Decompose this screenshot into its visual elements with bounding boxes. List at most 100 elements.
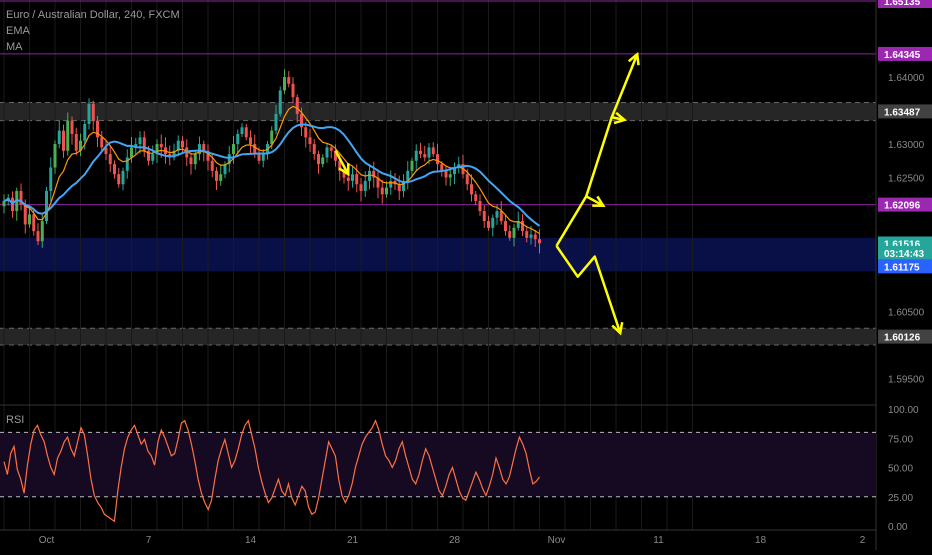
candle-body	[504, 221, 507, 232]
candle-body	[74, 134, 78, 151]
candle-body	[210, 160, 214, 171]
candle-body	[308, 137, 312, 145]
candles	[2, 69, 541, 254]
projection-arrow	[585, 116, 625, 197]
candle-body	[91, 103, 95, 121]
candle-body	[448, 174, 452, 178]
candle-body	[240, 127, 244, 134]
candle-body	[295, 97, 299, 114]
candle-body	[482, 211, 486, 222]
candle-body	[151, 154, 155, 161]
candle-body	[53, 144, 57, 168]
rsi-tick-label: 100.00	[888, 405, 919, 416]
candle-body	[181, 140, 184, 148]
candle-body	[529, 234, 533, 238]
candle-body	[236, 134, 240, 145]
price-label: 1.62096	[884, 201, 921, 212]
candle-body	[287, 77, 291, 84]
time-tick-label: 21	[347, 535, 359, 546]
rsi-tick-label: 25.00	[888, 493, 913, 504]
candle-body	[113, 164, 116, 175]
time-tick-label: 14	[245, 535, 257, 546]
rsi-tick-label: 75.00	[888, 434, 913, 445]
price-chart[interactable]: 1.64000 1.63000 1.62500 1.60500 1.59500 1.651…	[0, 0, 932, 550]
candle-body	[499, 211, 503, 222]
candle-body	[232, 144, 235, 155]
chart-root[interactable]: 1.64000 1.63000 1.62500 1.60500 1.59500 1.651…	[0, 0, 932, 550]
candle-body	[380, 187, 384, 195]
candle-body	[121, 170, 125, 185]
candle-body	[57, 130, 61, 145]
candle-body	[261, 154, 265, 161]
candle-body	[87, 103, 91, 124]
time-tick-label: Nov	[548, 535, 566, 546]
time-tick-label: Oct	[39, 535, 55, 546]
candle-body	[312, 144, 316, 155]
candle-body	[410, 160, 414, 171]
candle-body	[329, 147, 333, 151]
candle-body	[253, 144, 257, 155]
price-tick-label: 1.60500	[888, 308, 925, 319]
price-label: 1.63487	[884, 107, 921, 118]
candle-body	[385, 187, 388, 195]
candle-body	[45, 190, 48, 222]
candle-body	[189, 157, 193, 165]
candle-body	[474, 194, 478, 201]
candle-body	[244, 127, 248, 138]
candle-body	[32, 214, 36, 232]
candle-body	[423, 154, 427, 158]
price-label: 1.61175	[884, 262, 920, 273]
candle-body	[117, 174, 121, 185]
candle-body	[368, 170, 371, 181]
time-tick-label: 18	[755, 535, 767, 546]
ema-legend[interactable]: EMA	[6, 24, 30, 38]
candle-body	[533, 234, 537, 240]
candle-body	[291, 83, 295, 98]
candle-body	[202, 144, 206, 151]
candle-body	[66, 120, 70, 151]
rsi-label: RSI	[6, 414, 24, 426]
candle-body	[193, 154, 197, 165]
candle-body	[525, 231, 529, 238]
candle-body	[359, 184, 363, 191]
candle-body	[495, 211, 499, 218]
candle-body	[465, 174, 469, 185]
candle-body	[257, 154, 261, 161]
candle-body	[317, 154, 320, 165]
time-tick-label: 2	[860, 535, 866, 546]
candle-body	[249, 137, 252, 145]
candle-body	[478, 201, 482, 212]
candle-body	[325, 147, 329, 158]
candle-body	[351, 174, 354, 181]
candle-body	[346, 177, 350, 181]
candle-body	[419, 150, 422, 155]
price-tick-label: 1.63000	[888, 140, 925, 151]
price-tick-label: 1.62500	[888, 174, 925, 185]
candle-body	[70, 120, 74, 134]
price-label: 1.65135	[884, 0, 921, 8]
candle-body	[321, 157, 325, 165]
candle-body	[62, 130, 65, 151]
symbol-legend[interactable]: Euro / Australian Dollar, 240, FXCM	[6, 8, 180, 22]
candle-body	[491, 217, 495, 228]
candle-body	[389, 180, 393, 188]
candle-body	[444, 170, 448, 178]
candle-body	[219, 174, 223, 181]
candle-body	[100, 137, 104, 148]
candle-body	[283, 77, 286, 91]
candle-body	[427, 147, 431, 158]
candle-body	[40, 221, 44, 242]
ma-legend[interactable]: MA	[6, 40, 23, 54]
candle-body	[487, 221, 490, 228]
candle-body	[304, 127, 308, 138]
candle-body	[215, 170, 218, 181]
candle-body	[414, 150, 418, 161]
rsi-tick-label: 0.00	[888, 522, 908, 533]
price-label: 03:14:43	[884, 249, 924, 260]
candle-body	[508, 231, 512, 238]
candle-body	[270, 130, 274, 145]
candle-body	[2, 201, 6, 207]
candle-body	[83, 123, 87, 141]
rsi-tick-label: 50.00	[888, 464, 913, 475]
candle-body	[355, 174, 359, 185]
